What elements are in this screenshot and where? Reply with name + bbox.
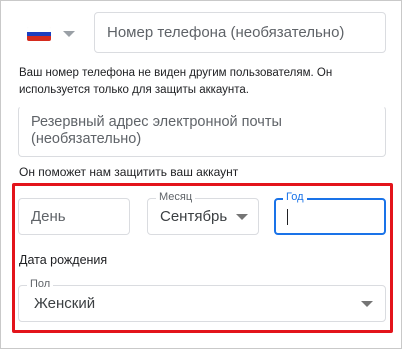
chevron-down-icon [361,301,373,307]
day-input[interactable]: День [18,198,130,235]
country-select[interactable] [27,24,83,44]
year-label: Год [283,191,307,203]
month-select[interactable]: Месяц Сентябрь [147,191,259,235]
month-label: Месяц [156,191,196,203]
recovery-email-hint: Он поможет нам защитить ваш аккаунт [19,165,239,179]
year-input[interactable]: Год [274,191,386,235]
text-cursor [287,209,288,225]
gender-select[interactable]: Пол Женский [18,278,386,322]
russia-flag-icon [27,27,51,41]
recovery-email-input[interactable]: Резервный адрес электронной почты (необя… [18,106,386,157]
phone-input[interactable]: Номер телефона (необязательно) [94,12,386,53]
birthday-caption: Дата рождения [19,253,108,267]
form-panel: Номер телефона (необязательно) Ваш номер… [0,0,402,349]
month-value: Сентябрь [160,208,228,225]
chevron-down-icon [63,31,75,37]
phone-hint: Ваш номер телефона не виден другим польз… [19,67,333,96]
phone-placeholder: Номер телефона (необязательно) [107,24,345,41]
gender-value: Женский [34,295,96,312]
day-placeholder: День [31,208,66,225]
chevron-down-icon [236,214,248,220]
gender-label: Пол [27,278,54,290]
recovery-email-placeholder: Резервный адрес электронной почты (необя… [31,114,282,147]
